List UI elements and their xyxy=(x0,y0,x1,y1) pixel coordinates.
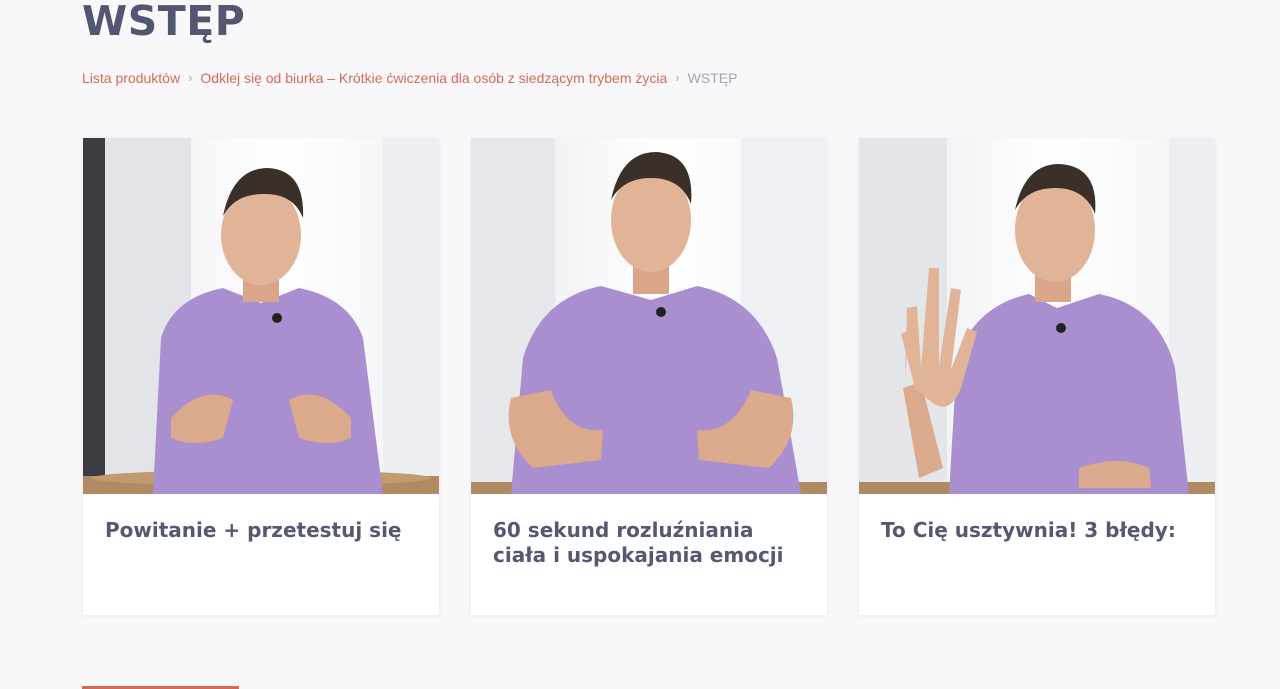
lesson-card[interactable]: 60 sekund rozluźniania ciała i uspokajan… xyxy=(471,138,827,615)
lesson-card[interactable]: To Cię usztywnia! 3 błędy: xyxy=(859,138,1215,615)
breadcrumb-current: WSTĘP xyxy=(687,70,738,86)
breadcrumb: Lista produktów › Odklej się od biurka –… xyxy=(82,69,737,87)
lesson-thumbnail[interactable] xyxy=(859,138,1215,494)
lesson-title[interactable]: 60 sekund rozluźniania ciała i uspokajan… xyxy=(493,518,805,568)
lesson-thumbnail[interactable] xyxy=(83,138,439,494)
page-title: WSTĘP xyxy=(82,0,246,45)
breadcrumb-separator-icon: › xyxy=(675,70,680,85)
lesson-card[interactable]: Powitanie + przetestuj się xyxy=(83,138,439,615)
lesson-thumbnail[interactable] xyxy=(471,138,827,494)
lesson-list-page: WSTĘP Lista produktów › Odklej się od bi… xyxy=(0,0,1280,689)
lesson-title[interactable]: To Cię usztywnia! 3 błędy: xyxy=(881,518,1193,543)
lesson-title[interactable]: Powitanie + przetestuj się xyxy=(105,518,417,543)
breadcrumb-link-product-list[interactable]: Lista produktów xyxy=(82,69,180,87)
breadcrumb-separator-icon: › xyxy=(188,70,193,85)
breadcrumb-link-course[interactable]: Odklej się od biurka – Krótkie ćwiczenia… xyxy=(200,69,667,87)
